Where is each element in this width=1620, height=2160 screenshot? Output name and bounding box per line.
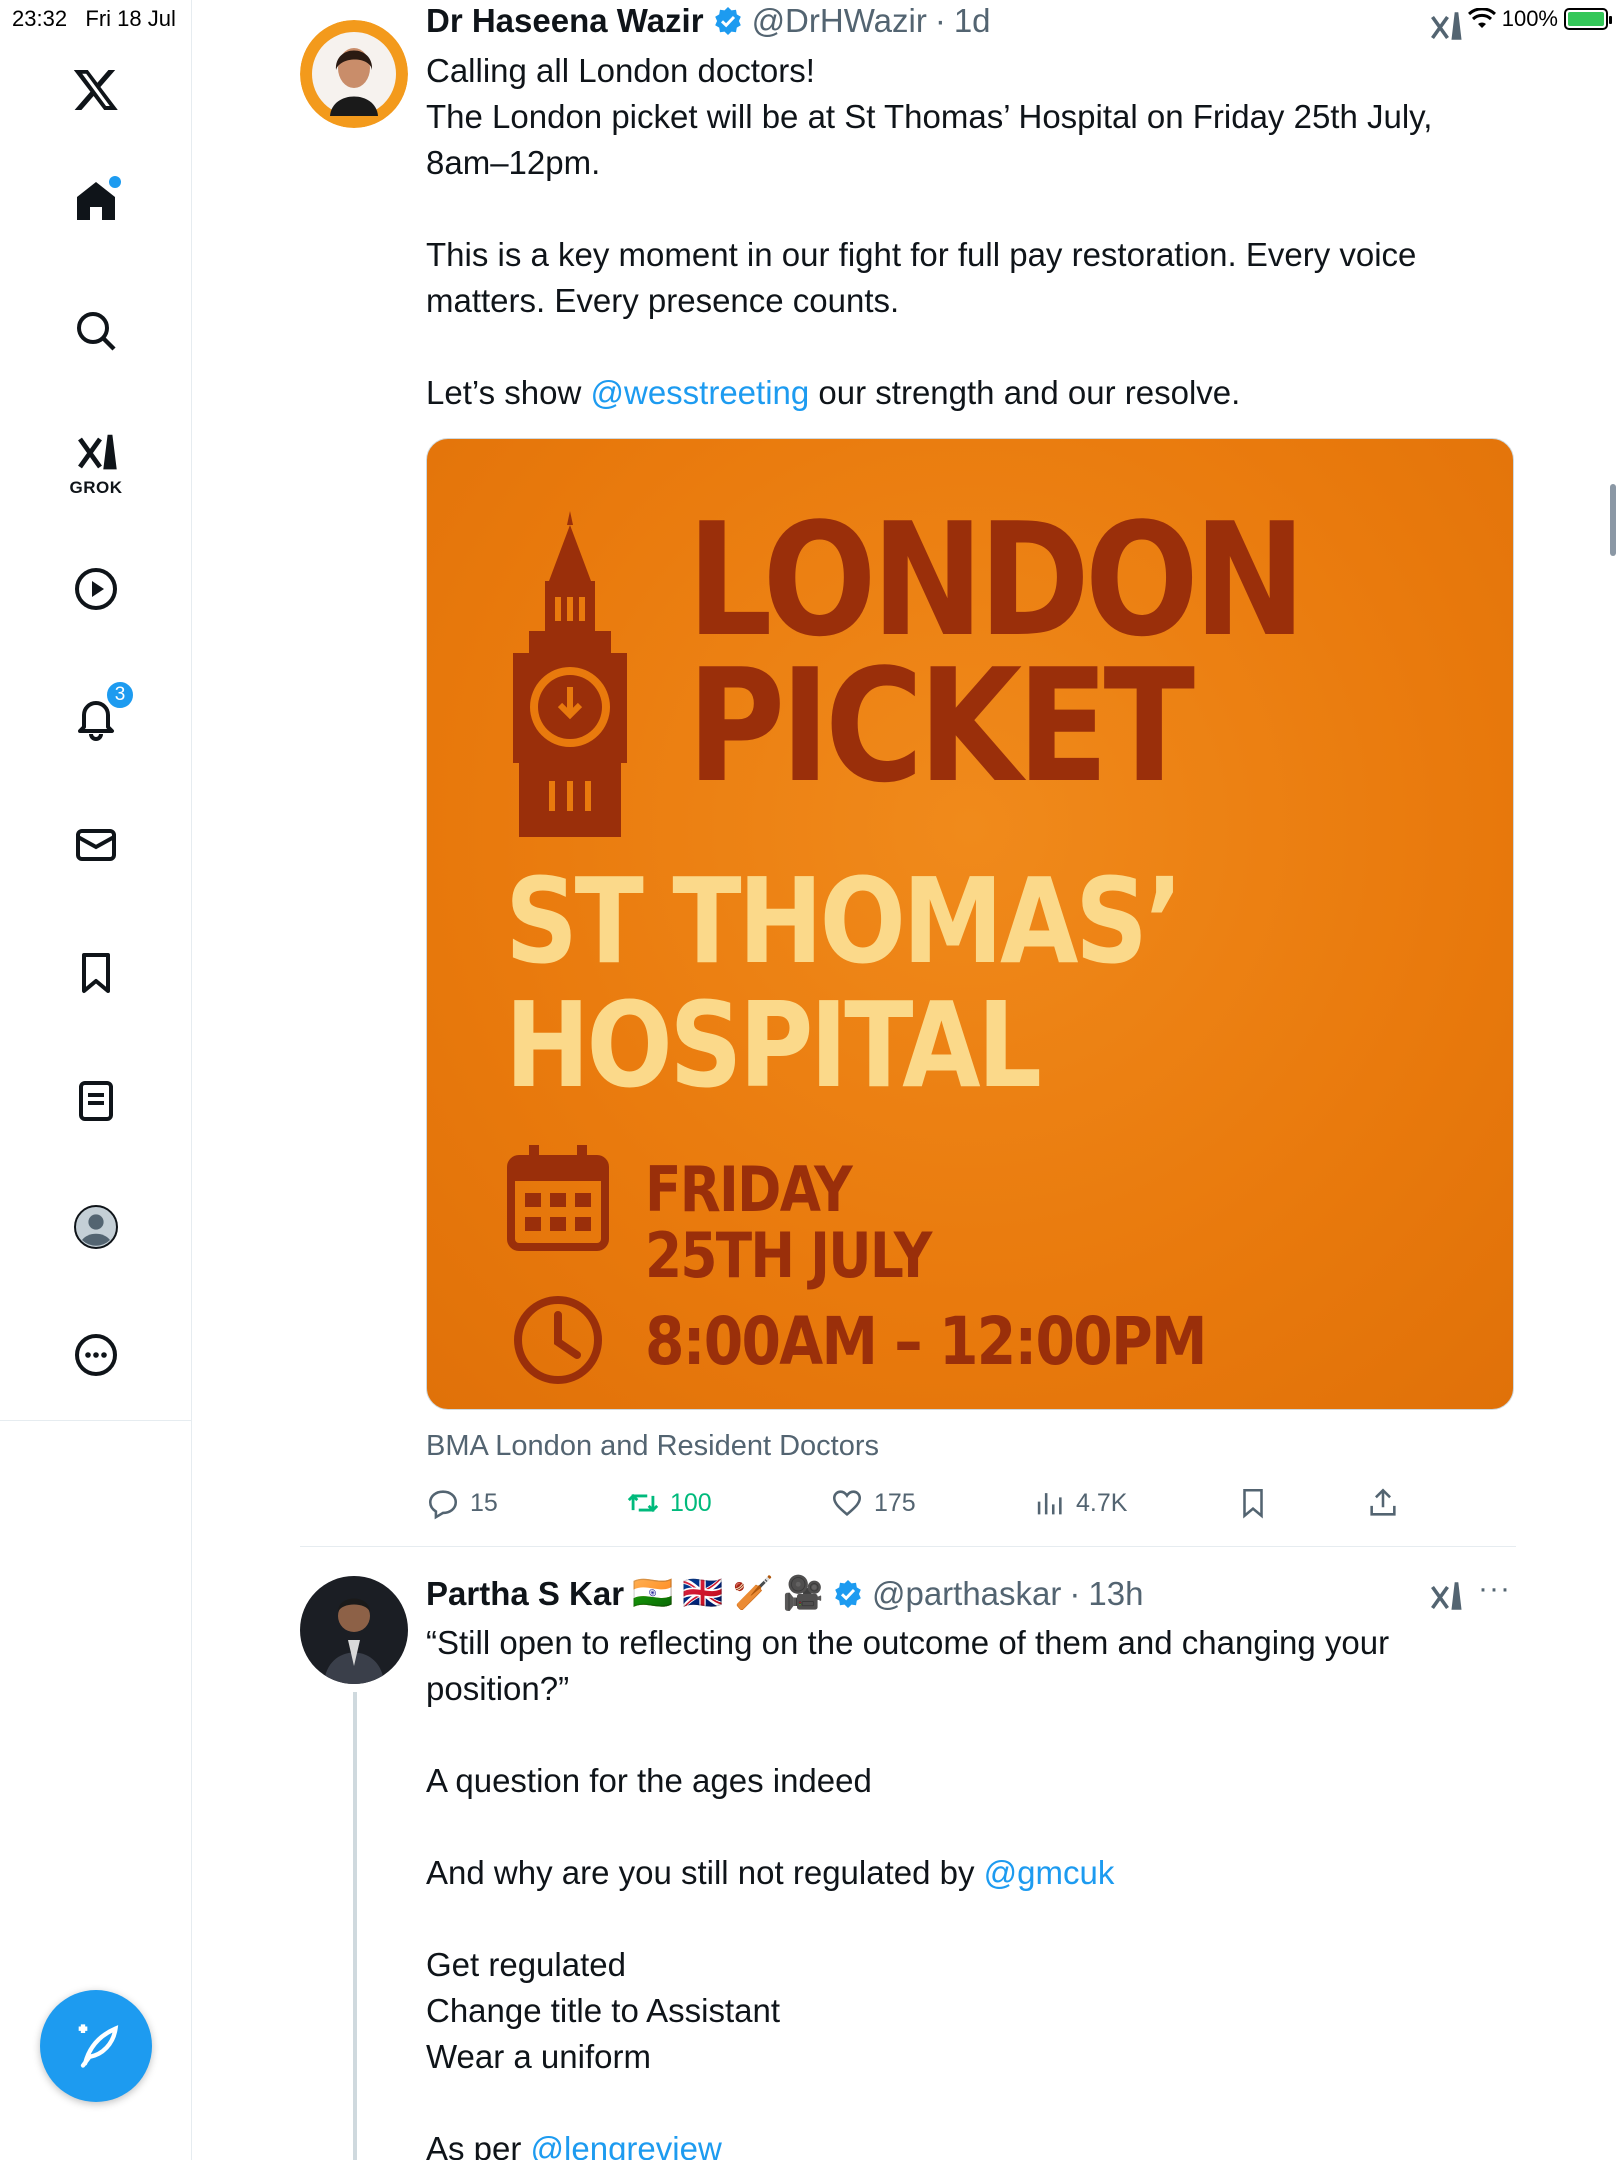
battery-percent: 100% [1501,6,1558,31]
sidebar-divider [0,1420,192,1421]
tweet-line [426,2080,1486,2126]
home-icon[interactable] [63,168,129,234]
tweet-line: Wear a uniform [426,2038,651,2075]
grok-explain-icon[interactable] [1428,1578,1464,1614]
name-emoji: 🇮🇳 🇬🇧 🏏 🎥 [632,1574,824,1611]
mention-link[interactable]: @lengreview [531,2130,722,2160]
tweet-body: “Still open to reflecting on the outcome… [426,1620,1486,2160]
grok-label: GROK [69,478,123,497]
profile-avatar-icon[interactable] [63,1194,129,1260]
grok-icon[interactable] [63,420,129,486]
tweet-line [426,186,1486,232]
tweet-line: matters. Every presence counts. [426,282,900,319]
video-icon[interactable] [63,556,129,622]
tweet-line: 8am–12pm. [426,144,601,181]
heart-icon [832,1490,862,1516]
tweet-line: “Still open to reflecting on the outcome… [426,1624,1390,1661]
scrollbar-thumb[interactable] [1610,484,1616,556]
tweet-line [426,1712,1486,1758]
search-icon[interactable] [63,298,129,364]
verified-badge-icon [714,7,741,35]
retweet-button[interactable]: 100 [626,1486,712,1520]
tweet-body: Calling all London doctors! The London p… [426,48,1486,416]
big-ben-icon [513,511,627,837]
tweet-line-mention: And why are you still not regulated by @… [426,1854,1115,1891]
tweet-line: Get regulated [426,1946,626,1983]
bookmark-icon[interactable] [63,940,129,1006]
mail-icon[interactable] [63,812,129,878]
tweet-time[interactable]: 13h [1088,1575,1143,1613]
author-avatar[interactable] [300,20,408,128]
tweet-actions: 15 100 175 4.7K [426,1486,1516,1530]
more-options-icon[interactable]: ··· [1478,1572,1511,1606]
views-icon [1037,1493,1062,1515]
lists-icon[interactable] [63,1068,129,1134]
feather-plus-icon [78,2024,119,2068]
compose-post-button[interactable] [40,1990,152,2102]
poster-location: ST THOMAS’ HOSPITAL [505,852,1183,1114]
more-icon[interactable] [63,1322,129,1388]
notifications-icon[interactable]: 3 [63,680,135,750]
clock-icon [514,1296,602,1384]
tweet-header: Dr Haseena Wazir @DrHWazir · 1d [426,2,991,40]
poster-time: 8:00AM – 12:00PM [645,1303,1207,1380]
tweet-line: position?” [426,1670,570,1707]
sidebar: GROK 3 [0,0,192,2160]
author-avatar[interactable] [300,1576,408,1684]
tweet-line [426,324,1486,370]
author-name[interactable]: Dr Haseena Wazir [426,2,704,40]
bookmark-button[interactable] [1236,1486,1270,1520]
thread-connector-line [353,1692,357,2160]
bookmark-icon [1243,1488,1263,1519]
poster-date: FRIDAY 25TH JULY [645,1153,932,1292]
poster-title: LONDON PICKET [687,489,1306,817]
like-count: 175 [874,1488,916,1517]
tweet-line-mention: Let’s show @wesstreeting our strength an… [426,374,1241,411]
tweet-line: Calling all London doctors! [426,52,815,89]
status-right: 100% [1467,6,1612,32]
share-icon [1370,1488,1396,1516]
notifications-badge: 3 [105,680,135,710]
tweet-line: Change title to Assistant [426,1992,781,2029]
reply-count: 15 [470,1488,498,1517]
reply-icon [428,1490,458,1520]
wifi-icon [1467,8,1496,28]
battery-icon [1564,8,1612,30]
x-logo-icon[interactable] [63,56,129,122]
home-unread-dot [109,176,121,188]
like-button[interactable]: 175 [830,1486,916,1520]
calendar-icon [507,1145,609,1251]
tweet-line: This is a key moment in our fight for fu… [426,236,1417,273]
views-button[interactable]: 4.7K [1032,1486,1127,1520]
tweet-image-poster[interactable]: LONDON PICKET ST THOMAS’ HOSPITAL FRIDAY… [426,438,1514,1410]
media-caption: BMA London and Resident Doctors [426,1430,879,1462]
reply-button[interactable]: 15 [426,1486,498,1520]
share-button[interactable] [1366,1486,1400,1520]
verified-badge-icon [835,1579,861,1608]
author-handle[interactable]: @DrHWazir [752,2,927,40]
views-count: 4.7K [1076,1488,1128,1517]
tweet-header: Partha S Kar 🇮🇳 🇬🇧 🏏 🎥 @parthaskar · 13h [426,1574,1143,1613]
tweet-line: The London picket will be at St Thomas’ … [426,98,1433,135]
author-name[interactable]: Partha S Kar [426,1575,624,1613]
mention-link[interactable]: @gmcuk [984,1854,1115,1891]
mention-link[interactable]: @wesstreeting [590,374,809,411]
separator-dot: · [1069,1574,1081,1612]
tweet-time[interactable]: 1d [954,2,991,40]
tweet-line-mention: As per @lengreview [426,2126,1486,2160]
retweet-icon [627,1493,659,1513]
tweet-divider [300,1546,1516,1547]
grok-explain-icon[interactable] [1428,8,1464,44]
tweet-line [426,1896,1486,1942]
tweet-line [426,1804,1486,1850]
tweet-line: A question for the ages indeed [426,1762,872,1799]
author-handle[interactable]: @parthaskar [872,1575,1061,1613]
retweet-count: 100 [670,1488,712,1517]
separator-dot: · [934,2,946,39]
